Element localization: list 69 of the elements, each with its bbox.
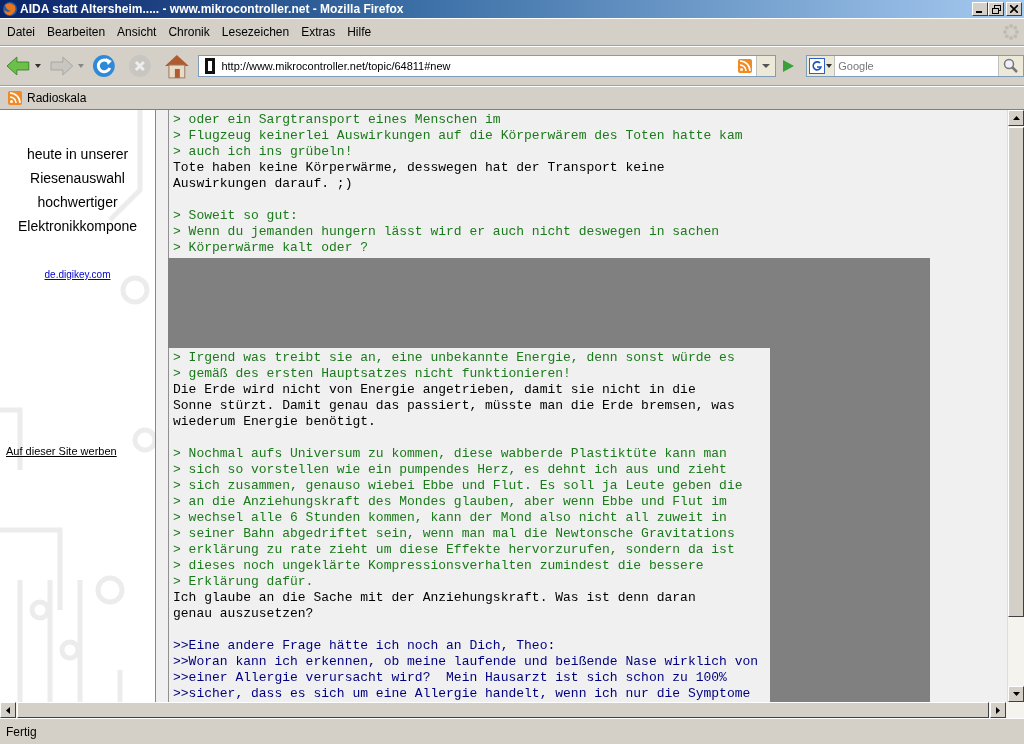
post-text-line: Tote haben keine Körperwärme, desswegen hat der Transport keine	[173, 160, 666, 176]
reload-icon[interactable]	[91, 53, 117, 79]
restore-icon	[991, 4, 1001, 14]
dropdown-arrow-icon[interactable]	[826, 63, 833, 69]
scrollbar-thumb[interactable]	[1008, 127, 1024, 617]
quoted-line: >>Eine andere Frage hätte ich noch an Dich, Theo:	[173, 638, 557, 654]
post-text-line: Die Erde wird nicht von Energie angetrieben, damit sie nicht in die	[173, 382, 697, 398]
bookmark-item[interactable]: Radioskala	[6, 89, 89, 107]
quoted-line: > erklärung zu rate zieht um diese Effekte hervorzurufen, sondern da ist	[173, 542, 736, 558]
address-field[interactable]: http://www.mikrocontroller.net/topic/64811#new	[198, 55, 777, 77]
quoted-line: > seiner Bahn abgedriftet sein, wenn man mal die Newtonsche Gravitations	[173, 526, 736, 542]
quoted-line: > Nochmal aufs Universum zu kommen, diese wabberde Plastiktüte kann man	[173, 446, 728, 462]
post-text-line: Auswirkungen darauf. ;)	[173, 176, 354, 192]
quoted-line: > auch ich ins grübeln!	[173, 144, 354, 160]
quoted-line: > Flugzeug keinerlei Auswirkungen auf die Körperwärem des Toten hatte kam	[173, 128, 744, 144]
ad-text: hochwertiger	[37, 193, 118, 212]
right-arrow-icon	[996, 706, 1000, 714]
search-field[interactable]: Google	[806, 55, 1024, 77]
close-icon	[1010, 5, 1018, 13]
quoted-line: > oder ein Sargtransport eines Menschen im	[173, 112, 502, 128]
menu-item[interactable]: Lesezeichen	[215, 23, 296, 41]
up-arrow-icon	[1012, 116, 1020, 120]
quoted-line: > Körperwärme kalt oder ?	[173, 240, 370, 256]
quoted-line: >>einer Allergie verursacht wird? Mein Hausarzt ist sich schon zu 100%	[173, 670, 728, 686]
scroll-right-button[interactable]	[990, 702, 1006, 718]
post-text-line: genau auszusetzen?	[173, 606, 315, 622]
quoted-line: > wechsel alle 6 Stunden kommen, kann der Mond also nicht all zuweit in	[173, 510, 728, 526]
firefox-logo-icon	[2, 1, 18, 17]
menu-item[interactable]: Extras	[295, 23, 342, 41]
close-button[interactable]	[1006, 2, 1022, 16]
menu-item[interactable]: Ansicht	[111, 23, 163, 41]
window-title: AIDA statt Altersheim..... - www.mikrocontroller.net - Mozilla Firefox	[20, 2, 405, 16]
quoted-line: > dieses noch ungeklärte Kompressionsverhalten zumindest die bessere	[173, 558, 705, 574]
scroll-up-button[interactable]	[1008, 110, 1024, 126]
ad-text: Elektronikkompone	[17, 217, 138, 236]
menu-item[interactable]: Datei	[1, 23, 41, 41]
quoted-line: >>sicher, dass es sich um eine Allergie handelt, wenn ich nur die Symptome	[173, 686, 752, 702]
search-engine-icon[interactable]	[809, 58, 826, 74]
post-text-line: wiederum Energie benötigt.	[173, 414, 377, 430]
quoted-line: >>Woran kann ich erkennen, ob meine laufende und beißende Nase wirklich von	[173, 654, 760, 670]
left-arrow-icon	[5, 706, 10, 714]
dropdown-arrow-icon[interactable]	[762, 63, 771, 69]
rss-feed-icon	[8, 90, 23, 106]
quoted-line: > Soweit so gut:	[173, 208, 299, 224]
page-icon	[205, 58, 216, 74]
menu-item[interactable]: Hilfe	[341, 23, 378, 41]
quoted-line: > Wenn du jemanden hungern lässt wird er auch nicht deswegen in sachen	[173, 224, 721, 240]
advertise-link[interactable]: Auf dieser Site werben	[6, 445, 155, 457]
minimize-button[interactable]	[972, 2, 988, 16]
scroll-down-button[interactable]	[1008, 686, 1024, 702]
down-arrow-icon	[1012, 692, 1020, 696]
ad-text: Riesenauswahl	[30, 169, 125, 188]
menu-item[interactable]: Bearbeiten	[41, 23, 112, 41]
quoted-line: > Erklärung dafür.	[173, 574, 315, 590]
post-text-line: Ich glaube an die Sache mit der Anziehungskraft. Was ist denn daran	[173, 590, 697, 606]
quoted-line: > an die Anziehungskraft des Mondes glauben, aber wenn Ebbe und Flut im	[173, 494, 728, 510]
status-text: Fertig	[6, 724, 37, 739]
scroll-left-button[interactable]	[0, 702, 16, 718]
quoted-line: > sich zusammen, genauso wiebei Ebbe und Flut. Es soll ja Leute geben die	[173, 478, 744, 494]
ad-text: heute in unserer	[26, 145, 129, 164]
quoted-line: > sich so vorstellen wie ein pumpendes Herz, es dehnt ich aus und zieht	[173, 462, 728, 478]
search-icon[interactable]	[1003, 58, 1019, 74]
restore-button[interactable]	[988, 2, 1004, 16]
quoted-line: > Irgend was treibt sie an, eine unbekannte Energie, denn sonst würde es	[173, 350, 736, 366]
menu-item[interactable]: Chronik	[162, 23, 216, 41]
scrollbar-thumb[interactable]	[16, 702, 990, 718]
ad-link[interactable]: de.digikey.com	[44, 269, 111, 280]
post-text-line: Sonne stürzt. Damit genau das passiert, müsste man die Erde bremsen, was	[173, 398, 736, 414]
quoted-line: > gemäß des ersten Hauptsatzes nicht funktionieren!	[173, 366, 572, 382]
